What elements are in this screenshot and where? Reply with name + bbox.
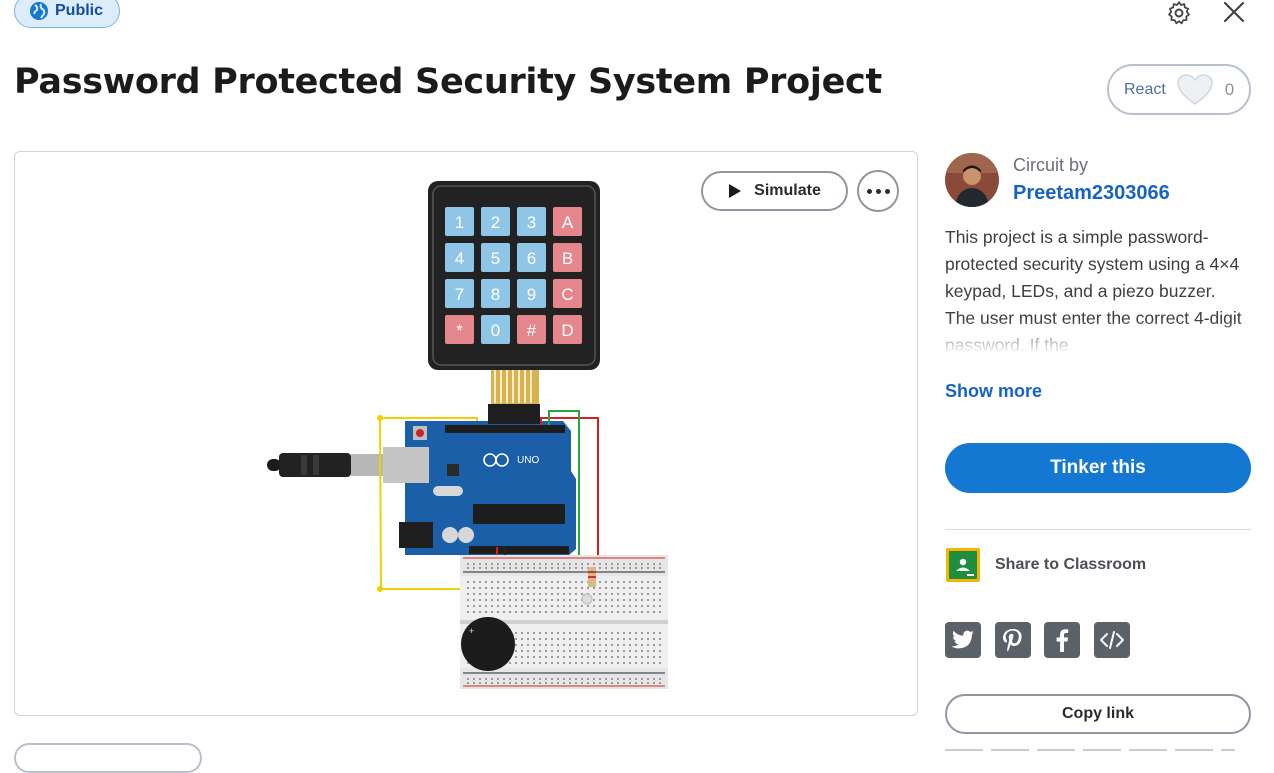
circuit-canvas[interactable]: UNO 1 2 3 A 4 5 6 B 7 8 9 C * 0 # D + [14,151,918,716]
embed-icon[interactable] [1094,622,1130,658]
keypad-key-label: 1 [455,213,464,232]
share-to-classroom[interactable]: Share to Classroom [995,556,1146,574]
keypad-4x4: 1 2 3 A 4 5 6 B 7 8 9 C * 0 # D [428,181,600,424]
more-options-button[interactable] [857,170,899,212]
usb-cable [267,453,383,477]
dot [875,188,881,194]
keypad-key-label: D [561,321,573,340]
truncated-text-line [945,745,1251,755]
dot [884,188,890,194]
page-title: Password Protected Security System Proje… [14,62,882,102]
author-avatar[interactable] [945,153,999,207]
keypad-key-label: 9 [527,285,536,304]
show-more-link[interactable]: Show more [945,381,1042,402]
gear-icon[interactable] [1166,0,1192,26]
bottom-pill-button[interactable] [14,743,202,773]
twitter-icon[interactable] [945,622,981,658]
facebook-icon[interactable] [1044,622,1080,658]
google-classroom-icon[interactable] [945,547,981,583]
close-icon[interactable] [1222,0,1246,24]
tinker-this-button[interactable]: Tinker this [945,443,1251,493]
dot [866,188,872,194]
divider [945,529,1251,530]
keypad-key-label: 3 [527,213,536,232]
pinterest-icon[interactable] [995,622,1031,658]
circuit-diagram: UNO 1 2 3 A 4 5 6 B 7 8 9 C * 0 # D + [267,181,668,689]
keypad-key-label: * [456,321,463,340]
react-label: React [1124,80,1166,98]
keypad-key-label: 4 [455,249,464,268]
circuit-by-label: Circuit by [1013,155,1089,175]
author-link[interactable]: Preetam2303066 [1013,182,1170,205]
public-badge[interactable]: Public [14,0,120,28]
globe-icon [30,2,48,20]
keypad-key-label: 5 [491,249,500,268]
keypad-key-label: 6 [527,249,536,268]
keypad-key-label: 2 [491,213,500,232]
copy-link-button[interactable]: Copy link [945,694,1251,734]
play-icon [729,184,742,198]
keypad-key-label: 7 [455,285,464,304]
keypad-key-label: C [561,285,573,304]
heart-icon [1177,73,1213,105]
keypad-key-label: 0 [491,321,500,340]
keypad-key-label: # [527,321,537,340]
react-button[interactable]: React 0 [1107,64,1251,115]
keypad-key-label: A [562,213,574,232]
simulate-label: Simulate [754,182,821,199]
keypad-key-label: B [562,249,573,268]
board-label: UNO [517,455,539,466]
svg-text:+: + [469,626,474,636]
description-fade [945,320,1255,360]
react-count: 0 [1224,79,1235,99]
keypad-key-label: 8 [491,285,500,304]
badge-label: Public [55,2,104,19]
simulate-button[interactable]: Simulate [701,171,848,211]
arduino-uno-board: UNO [383,421,576,555]
